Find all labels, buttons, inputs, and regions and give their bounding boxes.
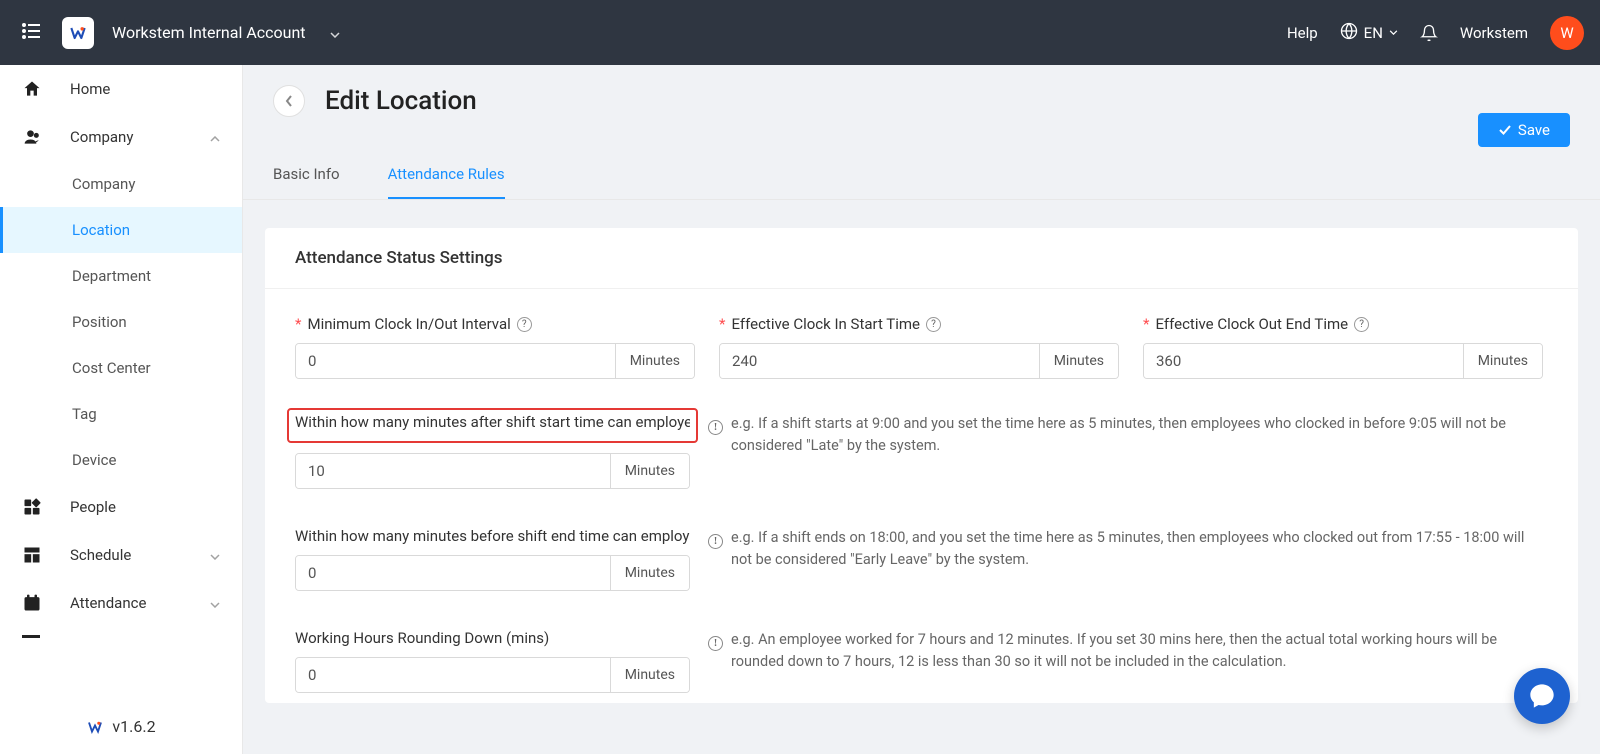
help-icon[interactable]: ? — [926, 317, 941, 332]
unit-suffix: Minutes — [610, 454, 689, 488]
username[interactable]: Workstem — [1460, 24, 1528, 42]
hamburger-icon[interactable] — [16, 17, 48, 49]
unit-suffix: Minutes — [610, 658, 689, 692]
people-icon — [22, 497, 70, 517]
help-icon[interactable]: ? — [517, 317, 532, 332]
sidebar-item-label: Department — [72, 267, 151, 285]
input-eff-out[interactable] — [1144, 344, 1463, 378]
attendance-icon — [22, 593, 70, 613]
sidebar-item-costcenter[interactable]: Cost Center — [0, 345, 242, 391]
label-min-interval: * Minimum Clock In/Out Interval ? — [295, 315, 695, 333]
info-icon: ! — [708, 636, 723, 651]
card-title: Attendance Status Settings — [265, 228, 1578, 289]
unit-suffix: Minutes — [1463, 344, 1542, 378]
account-name[interactable]: Workstem Internal Account — [112, 23, 306, 42]
help-link[interactable]: Help — [1287, 24, 1318, 42]
sidebar-item-schedule[interactable]: Schedule — [0, 531, 242, 579]
sidebar-item-label: Company — [70, 128, 133, 146]
sidebar-item-company-sub[interactable]: Company — [0, 161, 242, 207]
input-early-grace[interactable] — [296, 556, 610, 590]
label-eff-out: * Effective Clock Out End Time ? — [1143, 315, 1543, 333]
input-round-down[interactable] — [296, 658, 610, 692]
info-icon: ! — [708, 534, 723, 549]
settings-card: Attendance Status Settings * Minimum Clo… — [265, 228, 1578, 703]
sidebar-item-label: Device — [72, 451, 116, 469]
sidebar-item-label: Company — [72, 175, 135, 193]
sidebar-item-location[interactable]: Location — [0, 207, 242, 253]
hint-round: ! e.g. An employee worked for 7 hours an… — [708, 629, 1548, 693]
chevron-down-icon — [210, 546, 220, 564]
tab-attendance-rules[interactable]: Attendance Rules — [388, 165, 505, 199]
globe-icon — [1340, 22, 1358, 44]
sidebar-item-position[interactable]: Position — [0, 299, 242, 345]
chevron-up-icon — [210, 128, 220, 146]
input-eff-in[interactable] — [720, 344, 1039, 378]
chat-widget-button[interactable] — [1514, 668, 1570, 724]
sidebar-item-label: Tag — [72, 405, 97, 423]
input-min-interval[interactable] — [296, 344, 615, 378]
content-area: Edit Location Save Basic Info Attendance… — [243, 65, 1600, 754]
account-dropdown-icon[interactable] — [330, 23, 340, 42]
label-early-grace: Within how many minutes before shift end… — [295, 527, 690, 545]
sidebar-item-people[interactable]: People — [0, 483, 242, 531]
language-selector[interactable]: EN — [1340, 22, 1398, 44]
page-title: Edit Location — [325, 86, 477, 116]
version-label: v1.6.2 — [112, 717, 155, 736]
save-button[interactable]: Save — [1478, 113, 1570, 147]
avatar[interactable]: W — [1550, 16, 1584, 50]
unit-suffix: Minutes — [610, 556, 689, 590]
label-round-down: Working Hours Rounding Down (mins) — [295, 629, 690, 647]
notifications-icon[interactable] — [1420, 23, 1438, 43]
check-icon — [1498, 124, 1512, 136]
sidebar-item-label: Home — [70, 80, 110, 98]
chat-icon — [1528, 682, 1556, 710]
sidebar-item-label: People — [70, 498, 116, 516]
sidebar-item-home[interactable]: Home — [0, 65, 242, 113]
sidebar-item-attendance[interactable]: Attendance — [0, 579, 242, 627]
home-icon — [22, 79, 70, 99]
tabs: Basic Info Attendance Rules — [243, 147, 1600, 200]
chevron-left-icon — [284, 94, 294, 108]
sidebar-item-device[interactable]: Device — [0, 437, 242, 483]
header-left: Workstem Internal Account — [16, 17, 340, 49]
help-icon[interactable]: ? — [1354, 317, 1369, 332]
sidebar-item-more[interactable] — [0, 627, 242, 647]
app-logo-icon — [62, 17, 94, 49]
header-right: Help EN Workstem W — [1287, 16, 1584, 50]
chevron-down-icon — [210, 594, 220, 612]
info-icon: ! — [708, 420, 723, 435]
label-late-grace: Within how many minutes after shift star… — [295, 413, 690, 431]
sidebar-item-label: Schedule — [70, 546, 131, 564]
sidebar-footer: v1.6.2 — [0, 698, 242, 754]
schedule-icon — [22, 545, 70, 565]
app-logo-icon — [86, 718, 104, 736]
sidebar: Home Company Company Location Department… — [0, 65, 243, 754]
unit-suffix: Minutes — [1039, 344, 1118, 378]
top-header: Workstem Internal Account Help EN Workst… — [0, 0, 1600, 65]
sidebar-item-company[interactable]: Company — [0, 113, 242, 161]
company-icon — [22, 127, 70, 147]
back-button[interactable] — [273, 85, 305, 117]
sidebar-item-label: Attendance — [70, 594, 146, 612]
sidebar-item-label: Position — [72, 313, 127, 331]
hint-late: ! e.g. If a shift starts at 9:00 and you… — [708, 413, 1548, 489]
minus-icon — [22, 635, 70, 639]
sidebar-item-department[interactable]: Department — [0, 253, 242, 299]
hint-early: ! e.g. If a shift ends on 18:00, and you… — [708, 527, 1548, 591]
unit-suffix: Minutes — [615, 344, 694, 378]
chevron-down-icon — [1389, 30, 1398, 35]
input-late-grace[interactable] — [296, 454, 610, 488]
save-button-label: Save — [1518, 121, 1550, 139]
highlighted-field-frame: Within how many minutes after shift star… — [287, 408, 698, 443]
sidebar-item-label: Cost Center — [72, 359, 151, 377]
sidebar-item-tag[interactable]: Tag — [0, 391, 242, 437]
tab-basic-info[interactable]: Basic Info — [273, 165, 340, 199]
sidebar-item-label: Location — [72, 221, 130, 239]
language-label: EN — [1364, 24, 1383, 42]
label-eff-in: * Effective Clock In Start Time ? — [719, 315, 1119, 333]
